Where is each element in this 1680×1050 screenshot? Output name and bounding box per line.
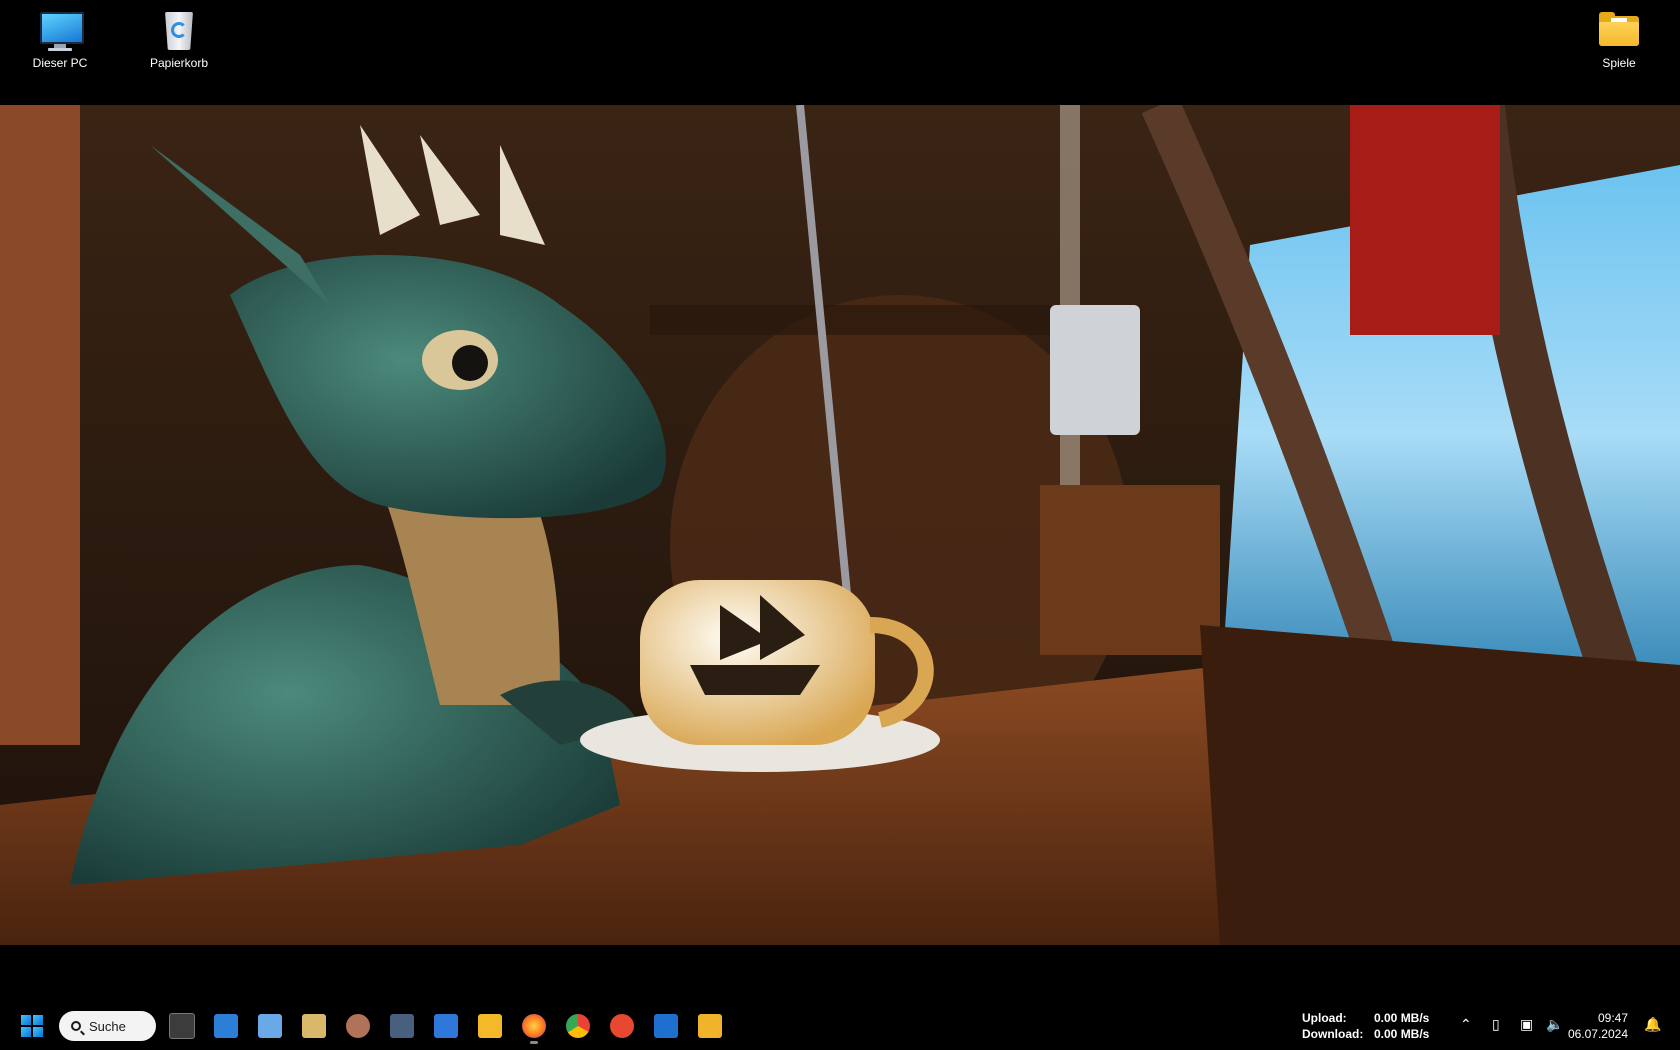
download-value: 0.00 MB/s [1374, 1027, 1430, 1041]
chrome-icon [566, 1014, 590, 1038]
upload-label: Upload: [1302, 1011, 1347, 1025]
search-icon [71, 1021, 81, 1031]
notification-bell-icon[interactable]: 🔔 [1644, 1016, 1661, 1033]
taskbar: Suche Upload: 0.00 MB/s Download: 0.00 M… [0, 1002, 1680, 1050]
clock-date: 06.07.2024 [1567, 1027, 1628, 1041]
portrait-icon [346, 1014, 370, 1038]
terminal-icon [169, 1013, 195, 1039]
upload-value: 0.00 MB/s [1374, 1011, 1430, 1025]
desktop-icon-label: Spiele [1602, 56, 1636, 70]
wallpaper-image [0, 105, 1680, 945]
taskbar-app-record[interactable] [604, 1008, 640, 1044]
volume-icon[interactable]: 🔈 [1546, 1016, 1563, 1033]
taskbar-app-disk[interactable] [208, 1008, 244, 1044]
search-label: Suche [89, 1018, 126, 1034]
taskbar-search-box[interactable]: Suche [59, 1011, 156, 1041]
network-icon[interactable]: ▣ [1520, 1016, 1533, 1033]
usb-icon[interactable]: ▯ [1492, 1016, 1500, 1033]
clock-time: 09:47 [1597, 1011, 1628, 1025]
network-icon [390, 1014, 414, 1038]
taskbar-app-id[interactable] [428, 1008, 464, 1044]
windows-logo-icon [21, 1015, 43, 1037]
desktop-icon-label: Dieser PC [32, 56, 88, 70]
desktop-wallpaper [0, 105, 1680, 945]
taskbar-app-network[interactable] [384, 1008, 420, 1044]
taskbar-app-chrome[interactable] [560, 1008, 596, 1044]
control-panel-icon [258, 1014, 282, 1038]
folder-icon [478, 1014, 502, 1038]
desktop-icon-games-folder[interactable]: Spiele [1574, 0, 1664, 70]
taskbar-app-portrait[interactable] [340, 1008, 376, 1044]
record-icon [610, 1014, 634, 1038]
taskbar-app-control-panel[interactable] [252, 1008, 288, 1044]
desktop-icon-label: Papierkorb [149, 56, 209, 70]
taskbar-app-folder[interactable] [692, 1008, 728, 1044]
desktop-icon-this-pc[interactable]: Dieser PC [15, 0, 105, 70]
disk-icon [214, 1014, 238, 1038]
taskbar-app-xd[interactable] [296, 1008, 332, 1044]
folder-icon [1597, 8, 1641, 52]
window-icon [654, 1014, 678, 1038]
taskbar-app-terminal[interactable] [164, 1008, 200, 1044]
firefox-icon [522, 1014, 546, 1038]
id-icon [434, 1014, 458, 1038]
taskbar-clock[interactable]: 09:47 06.07.2024 [1568, 1010, 1628, 1042]
network-speed-monitor: Upload: 0.00 MB/s Download: 0.00 MB/s [1302, 1010, 1429, 1042]
taskbar-app-firefox[interactable] [516, 1008, 552, 1044]
taskbar-app-window[interactable] [648, 1008, 684, 1044]
monitor-icon [38, 8, 84, 52]
download-label: Download: [1302, 1027, 1364, 1041]
start-button[interactable] [14, 1008, 50, 1044]
desktop-icon-recycle-bin[interactable]: Papierkorb [134, 0, 224, 70]
taskbar-app-file-explorer[interactable] [472, 1008, 508, 1044]
recycle-bin-icon [157, 8, 201, 52]
show-hidden-icons-chevron-icon[interactable]: ⌃ [1460, 1016, 1472, 1033]
folder-icon [698, 1014, 722, 1038]
xd-icon [302, 1014, 326, 1038]
